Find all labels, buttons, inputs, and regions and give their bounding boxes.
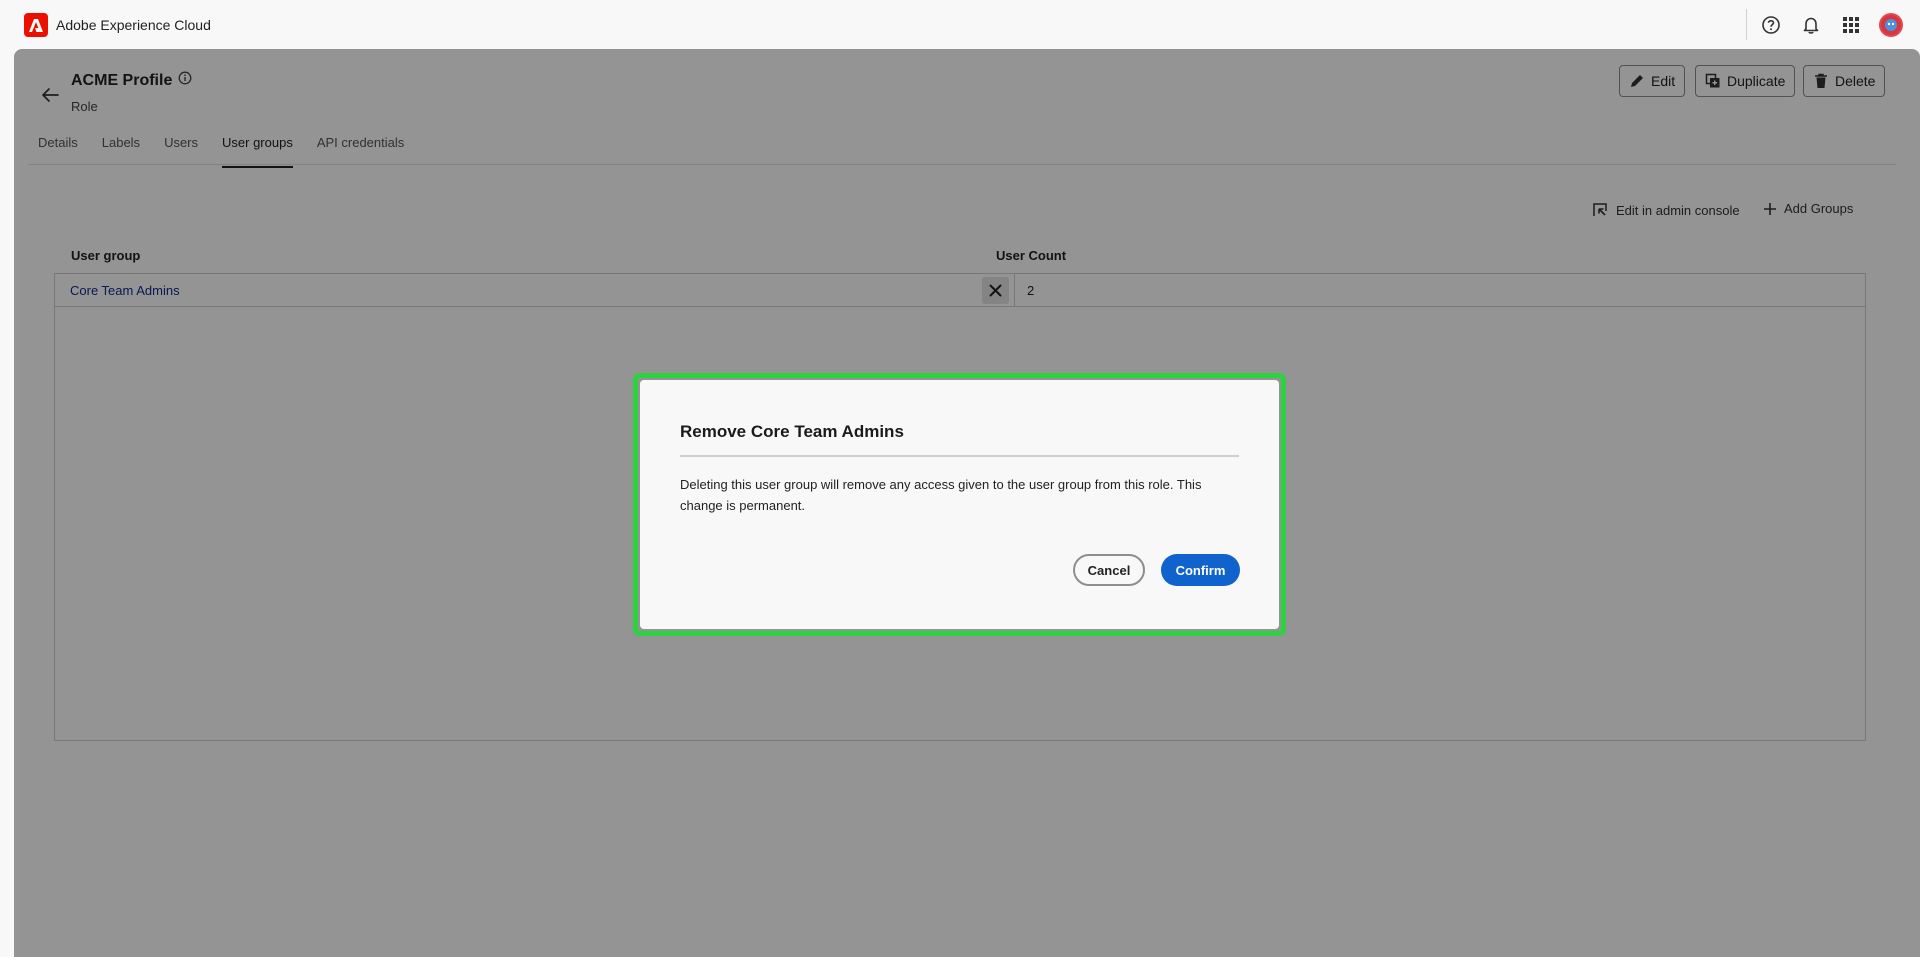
avatar[interactable] bbox=[1879, 13, 1903, 37]
app-name: Adobe Experience Cloud bbox=[56, 17, 211, 33]
adobe-logo-icon bbox=[24, 13, 48, 37]
brand[interactable]: Adobe Experience Cloud bbox=[24, 13, 211, 37]
dialog-body: Deleting this user group will remove any… bbox=[680, 477, 1202, 513]
dialog-divider bbox=[680, 455, 1239, 457]
bell-icon[interactable] bbox=[1799, 13, 1823, 37]
remove-group-dialog: Remove Core Team Admins Deleting this us… bbox=[640, 380, 1279, 629]
header-divider bbox=[1746, 9, 1747, 40]
cancel-button[interactable]: Cancel bbox=[1073, 554, 1145, 586]
help-icon[interactable] bbox=[1759, 13, 1783, 37]
confirm-button[interactable]: Confirm bbox=[1161, 554, 1240, 586]
apps-grid-icon[interactable] bbox=[1839, 13, 1863, 37]
dialog-title: Remove Core Team Admins bbox=[680, 422, 904, 441]
global-header: Adobe Experience Cloud bbox=[0, 0, 1920, 49]
